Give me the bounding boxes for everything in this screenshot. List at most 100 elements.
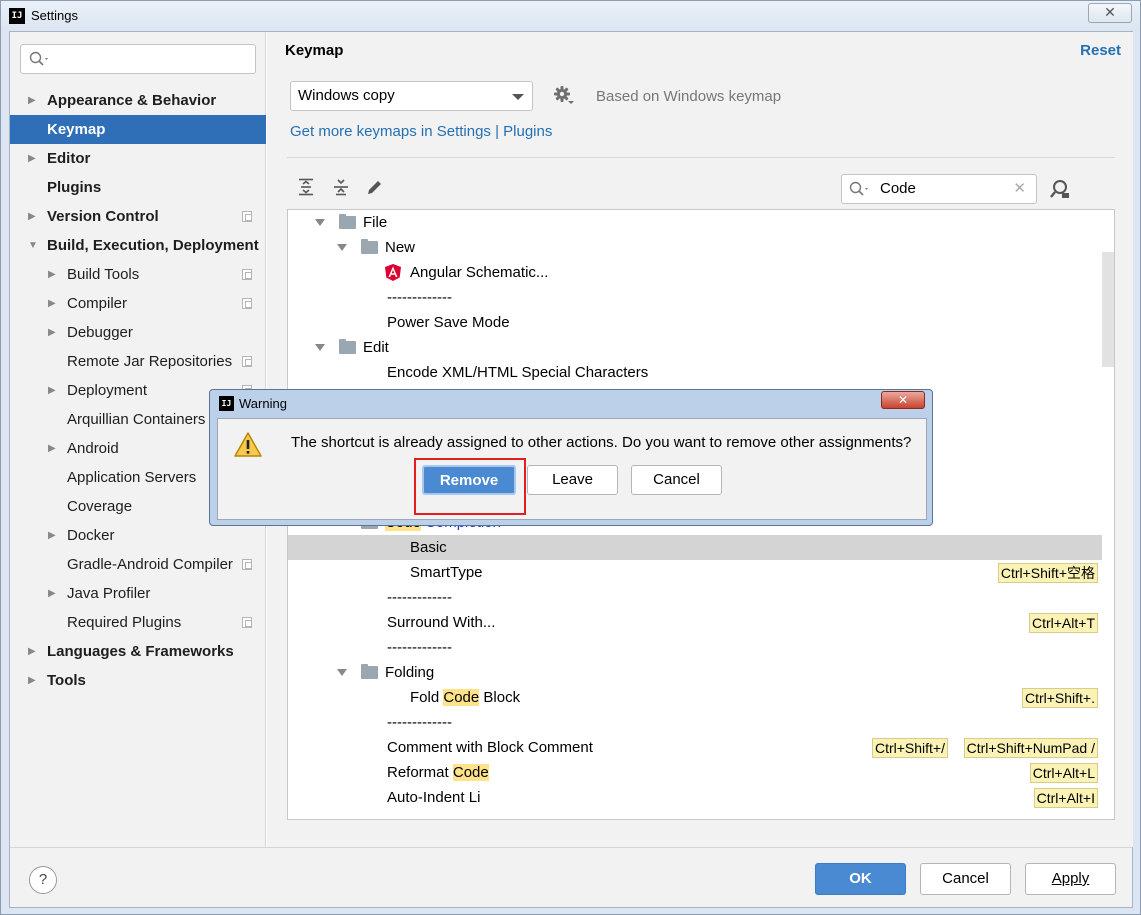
tree-row[interactable]: ------------- [288, 585, 1102, 610]
chevron-right-icon[interactable]: ▶ [28, 666, 36, 695]
page-title: Keymap [285, 42, 344, 59]
gear-icon[interactable] [553, 85, 575, 107]
sidebar-item-label: Appearance & Behavior [47, 92, 217, 109]
tree-row-label: File [363, 210, 387, 235]
chevron-down-icon[interactable] [315, 219, 325, 226]
sidebar-item-required-plugins[interactable]: Required Plugins [10, 608, 266, 637]
sidebar-item-build-tools[interactable]: ▶ Build Tools [10, 260, 266, 289]
chevron-down-icon[interactable] [315, 344, 325, 351]
warning-title: Warning [239, 396, 287, 411]
sidebar-item-build-execution-deployment[interactable]: ▼ Build, Execution, Deployment [10, 231, 266, 260]
tree-row-label: Auto-Indent Li [387, 785, 480, 810]
divider [287, 157, 1115, 158]
tree-row[interactable]: SmartType Ctrl+Shift+空格 [288, 560, 1102, 585]
warning-dialog: IJ Warning ✕ The shortcut is already ass… [209, 389, 933, 526]
label-part: ------------- [387, 714, 452, 731]
project-settings-icon [242, 298, 252, 309]
sidebar-item-version-control[interactable]: ▶ Version Control [10, 202, 266, 231]
cancel-button[interactable]: Cancel [920, 863, 1011, 895]
sidebar-item-appearance-behavior[interactable]: ▶ Appearance & Behavior [10, 86, 266, 115]
chevron-down-icon[interactable]: ▼ [28, 231, 38, 260]
sidebar-item-tools[interactable]: ▶ Tools [10, 666, 266, 695]
sidebar-item-label: Version Control [47, 208, 159, 225]
tree-row-label: ------------- [387, 285, 452, 310]
sidebar-item-plugins[interactable]: Plugins [10, 173, 266, 202]
tree-row[interactable]: ------------- [288, 285, 1102, 310]
get-more-keymaps-link[interactable]: Get more keymaps in Settings | Plugins [290, 123, 552, 140]
tree-row[interactable]: Reformat Code Ctrl+Alt+L [288, 760, 1102, 785]
clear-icon[interactable]: ✕ [1013, 179, 1026, 197]
tree-row[interactable]: Power Save Mode [288, 310, 1102, 335]
chevron-right-icon[interactable]: ▶ [28, 86, 36, 115]
collapse-all-icon[interactable] [332, 178, 350, 196]
chevron-right-icon[interactable]: ▶ [48, 579, 56, 608]
chevron-right-icon[interactable]: ▶ [28, 202, 36, 231]
sidebar-item-label: Compiler [67, 295, 128, 312]
tree-row[interactable]: Encode XML/HTML Special Characters [288, 360, 1102, 385]
tree-row-label: Reformat Code [387, 760, 489, 785]
tree-scrollbar[interactable] [1102, 252, 1114, 367]
ok-button[interactable]: OK [815, 863, 906, 895]
chevron-right-icon[interactable]: ▶ [48, 289, 56, 318]
tree-row-label: Fold Code Block [410, 685, 520, 710]
tree-row-label: ------------- [387, 635, 452, 660]
expand-all-icon[interactable] [297, 178, 315, 196]
tree-row[interactable]: Edit [288, 335, 1102, 360]
tree-row[interactable]: Angular Schematic... [288, 260, 1102, 285]
chevron-right-icon[interactable]: ▶ [48, 260, 56, 289]
tree-row[interactable]: New [288, 235, 1102, 260]
chevron-down-icon [512, 94, 524, 100]
find-by-shortcut-icon[interactable] [1050, 179, 1070, 199]
tree-row[interactable]: Surround With... Ctrl+Alt+T [288, 610, 1102, 635]
folder-icon [361, 664, 378, 679]
chevron-right-icon[interactable]: ▶ [28, 144, 36, 173]
sidebar-item-debugger[interactable]: ▶ Debugger [10, 318, 266, 347]
sidebar-item-gradle-android-compiler[interactable]: Gradle-Android Compiler [10, 550, 266, 579]
tree-row-label: Encode XML/HTML Special Characters [387, 360, 648, 385]
sidebar-search-input[interactable] [20, 44, 256, 74]
sidebar-item-keymap[interactable]: Keymap [10, 115, 266, 144]
sidebar-item-java-profiler[interactable]: ▶ Java Profiler [10, 579, 266, 608]
chevron-right-icon[interactable]: ▶ [48, 318, 56, 347]
shortcut-badge: Ctrl+Alt+T [1028, 613, 1098, 633]
window-title: Settings [31, 8, 78, 23]
sidebar-item-remote-jar-repositories[interactable]: Remote Jar Repositories [10, 347, 266, 376]
tree-row[interactable]: ------------- [288, 710, 1102, 735]
label-part: Reformat [387, 764, 453, 781]
edit-pencil-icon[interactable] [366, 178, 384, 196]
warning-icon [234, 432, 262, 457]
label-part: Basic [410, 539, 447, 556]
help-button[interactable]: ? [29, 866, 57, 894]
project-settings-icon [242, 356, 252, 367]
reset-link[interactable]: Reset [1080, 42, 1121, 59]
warning-body: The shortcut is already assigned to othe… [217, 418, 927, 520]
tree-row[interactable]: Basic [288, 535, 1102, 560]
tree-row[interactable]: Comment with Block Comment Ctrl+Shift+Num… [288, 735, 1102, 760]
chevron-down-icon[interactable] [337, 244, 347, 251]
label-part: Block [479, 689, 521, 706]
sidebar-item-languages-frameworks[interactable]: ▶ Languages & Frameworks [10, 637, 266, 666]
keymap-filter-input[interactable]: Code ✕ [841, 174, 1037, 204]
label-part: Folding [385, 664, 435, 681]
apply-button[interactable]: Apply [1025, 863, 1116, 895]
chevron-right-icon[interactable]: ▶ [48, 521, 56, 550]
leave-button[interactable]: Leave [527, 465, 618, 495]
tree-row[interactable]: Auto-Indent Li Ctrl+Alt+I [288, 785, 1102, 810]
folder-icon [361, 239, 378, 254]
dialog-cancel-button[interactable]: Cancel [631, 465, 722, 495]
warning-close-button[interactable]: ✕ [881, 391, 925, 409]
chevron-right-icon[interactable]: ▶ [48, 376, 56, 405]
search-icon [849, 181, 868, 196]
tree-row[interactable]: File [288, 210, 1102, 235]
sidebar-item-editor[interactable]: ▶ Editor [10, 144, 266, 173]
tree-row[interactable]: ------------- [288, 635, 1102, 660]
tree-row[interactable]: Fold Code Block Ctrl+Shift+. [288, 685, 1102, 710]
window-close-button[interactable]: ✕ [1088, 3, 1132, 23]
sidebar-item-compiler[interactable]: ▶ Compiler [10, 289, 266, 318]
chevron-down-icon[interactable] [337, 669, 347, 676]
chevron-right-icon[interactable]: ▶ [28, 637, 36, 666]
chevron-right-icon[interactable]: ▶ [48, 434, 56, 463]
tree-row[interactable]: Folding [288, 660, 1102, 685]
filter-value: Code [880, 180, 916, 197]
keymap-select[interactable]: Windows copy [290, 81, 533, 111]
